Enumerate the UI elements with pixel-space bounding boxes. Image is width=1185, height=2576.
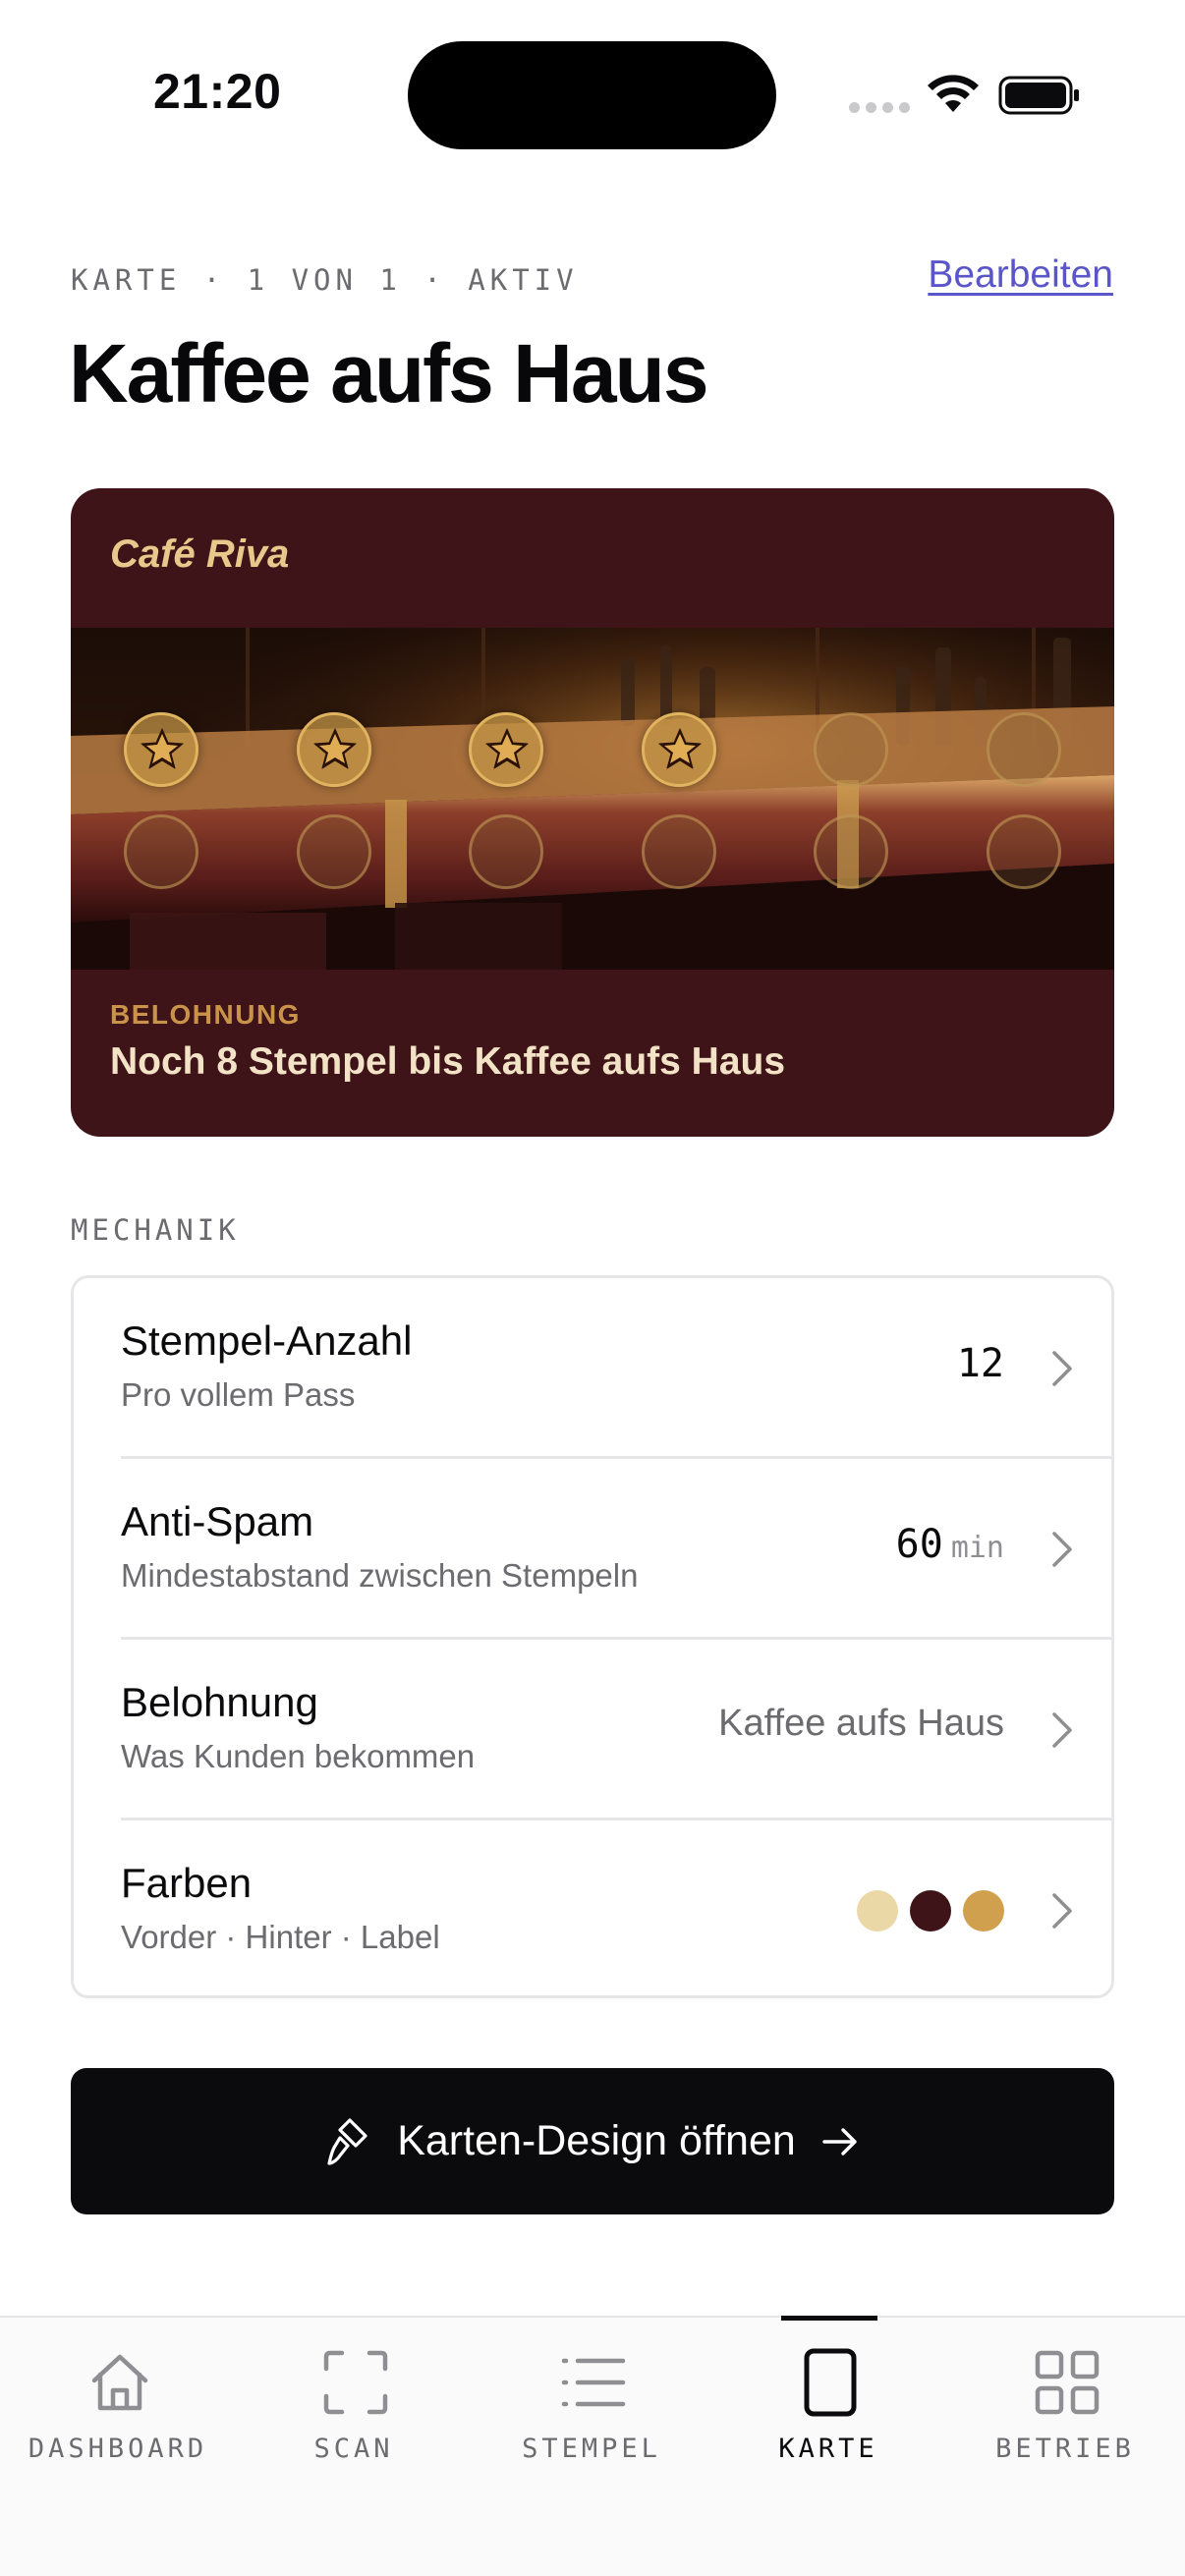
loyalty-card-preview: Café Riva BELOHNUNG Noch 8 Stempel bis K… [71, 488, 1114, 1137]
card-icon [804, 2348, 857, 2417]
scan-icon [323, 2350, 388, 2415]
back-color-swatch [910, 1890, 951, 1932]
stamp-empty [469, 814, 543, 889]
list-icon [561, 2358, 626, 2407]
edit-link[interactable]: Bearbeiten [928, 253, 1113, 297]
setting-row-colors[interactable]: Farben Vorder · Hinter · Label [74, 1820, 1111, 1995]
tab-label: KARTE [778, 2434, 878, 2464]
tab-label: SCAN [313, 2434, 394, 2464]
page-title: Kaffee aufs Haus [69, 327, 709, 420]
setting-subtitle: Was Kunden bekommen [121, 1738, 476, 1774]
tab-label: BETRIEB [995, 2434, 1135, 2464]
setting-row-anti-spam[interactable]: Anti-Spam Mindestabstand zwischen Stempe… [74, 1459, 1111, 1640]
tab-dashboard[interactable]: DASHBOARD [20, 2318, 216, 2514]
setting-subtitle: Pro vollem Pass [121, 1376, 356, 1413]
chevron-right-icon [1052, 1532, 1072, 1567]
stamp-empty [124, 814, 198, 889]
grid-icon [1035, 2350, 1100, 2415]
paint-brush-icon [327, 2117, 367, 2165]
setting-title: Belohnung [121, 1679, 318, 1725]
wifi-icon [928, 75, 979, 112]
screen: 21:20 KARTE · 1 VON 1 · AKTIV Bearbeiten… [0, 0, 1185, 2576]
chevron-right-icon [1052, 1351, 1072, 1386]
reward-progress-text: Noch 8 Stempel bis Kaffee aufs Haus [110, 1040, 786, 1083]
dynamic-island [408, 41, 776, 149]
star-icon [658, 728, 701, 769]
tab-betrieb[interactable]: BETRIEB [967, 2318, 1163, 2514]
label-color-swatch [963, 1890, 1004, 1932]
stamp-filled [296, 712, 371, 787]
chevron-right-icon [1052, 1893, 1072, 1929]
stamp-filled [469, 712, 543, 787]
stamp-empty [641, 814, 716, 889]
cta-label: Karten-Design öffnen [397, 2117, 796, 2164]
setting-row-stamp-count[interactable]: Stempel-Anzahl Pro vollem Pass 12 [74, 1278, 1111, 1459]
cellular-signal-icon [849, 102, 910, 113]
arrow-right-icon [822, 2127, 857, 2156]
stamp-empty [296, 814, 371, 889]
chevron-right-icon [1052, 1712, 1072, 1748]
star-icon [485, 728, 529, 769]
stamp-empty [986, 712, 1061, 787]
color-swatches [857, 1890, 1004, 1932]
open-card-design-button[interactable]: Karten-Design öffnen [71, 2068, 1114, 2214]
setting-title: Stempel-Anzahl [121, 1317, 413, 1364]
tab-bar: DASHBOARD SCAN STEMPEL KARTE BETRIEB [0, 2316, 1185, 2576]
card-brand-name: Café Riva [110, 532, 290, 576]
bar-counter-image [71, 628, 1114, 970]
tab-label: DASHBOARD [28, 2434, 208, 2464]
reward-label: BELOHNUNG [110, 999, 301, 1030]
stamp-empty [986, 814, 1061, 889]
tab-scan[interactable]: SCAN [255, 2318, 452, 2514]
tab-label: STEMPEL [522, 2434, 661, 2464]
section-label-mechanik: MECHANIK [71, 1213, 240, 1247]
setting-title: Anti-Spam [121, 1498, 314, 1544]
setting-title: Farben [121, 1860, 253, 1906]
stamp-empty [814, 712, 888, 787]
stamp-count-value: 12 [956, 1341, 1004, 1386]
tab-stempel[interactable]: STEMPEL [493, 2318, 690, 2514]
tab-karte[interactable]: KARTE [730, 2318, 927, 2514]
mechanics-settings-list: Stempel-Anzahl Pro vollem Pass 12 Anti-S… [71, 1275, 1114, 1998]
setting-subtitle: Vorder · Hinter · Label [121, 1919, 440, 1955]
stamp-filled [124, 712, 198, 787]
card-status-eyebrow: KARTE · 1 VON 1 · AKTIV [71, 263, 579, 297]
star-icon [141, 728, 184, 769]
setting-row-reward[interactable]: Belohnung Was Kunden bekommen Kaffee auf… [74, 1640, 1111, 1820]
anti-spam-number: 60 [895, 1522, 943, 1567]
star-icon [313, 728, 356, 769]
status-time: 21:20 [153, 64, 282, 119]
reward-value: Kaffee aufs Haus [718, 1703, 1004, 1744]
stamp-empty [814, 814, 888, 889]
anti-spam-unit: min [950, 1531, 1004, 1565]
setting-subtitle: Mindestabstand zwischen Stempeln [121, 1557, 639, 1594]
battery-icon [998, 76, 1079, 115]
front-color-swatch [857, 1890, 898, 1932]
home-icon [91, 2354, 148, 2411]
stamp-filled [641, 712, 716, 787]
anti-spam-value: 60 min [896, 1522, 1004, 1567]
